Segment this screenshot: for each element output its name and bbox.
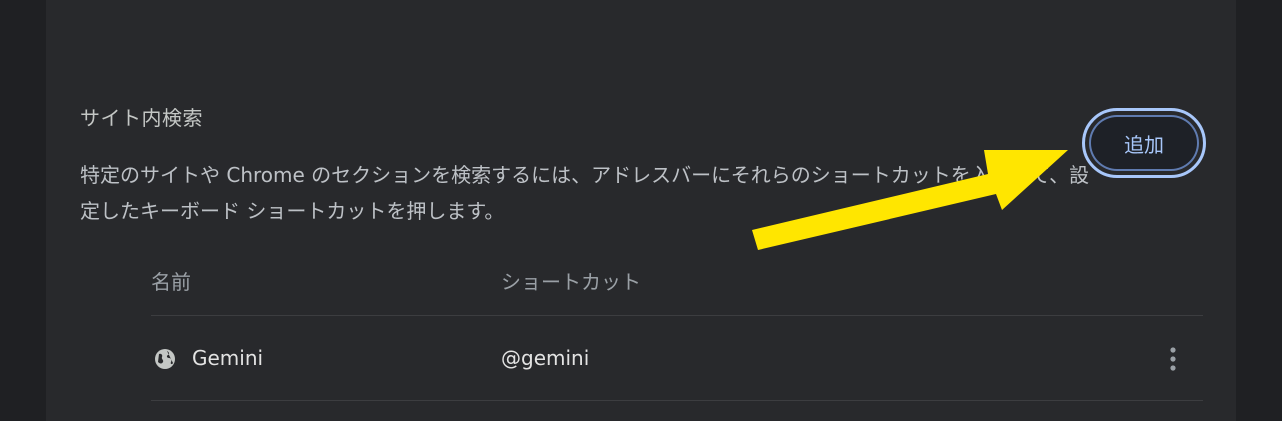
row-shortcut: @gemini bbox=[501, 346, 590, 370]
add-button[interactable]: 追加 bbox=[1082, 108, 1206, 178]
row-name: Gemini bbox=[192, 346, 264, 370]
table-divider bbox=[151, 400, 1203, 401]
settings-page: サイト内検索 特定のサイトや Chrome のセクションを検索するには、アドレス… bbox=[0, 0, 1282, 421]
globe-icon bbox=[153, 347, 177, 371]
more-options-icon[interactable] bbox=[1159, 344, 1187, 374]
section-description: 特定のサイトや Chrome のセクションを検索するには、アドレスバーにそれらの… bbox=[80, 163, 1090, 223]
section-title: サイト内検索 bbox=[80, 106, 203, 130]
column-header-shortcut: ショートカット bbox=[501, 270, 641, 294]
column-header-name: 名前 bbox=[151, 270, 191, 294]
table-row: Gemini @gemini bbox=[151, 316, 1203, 400]
